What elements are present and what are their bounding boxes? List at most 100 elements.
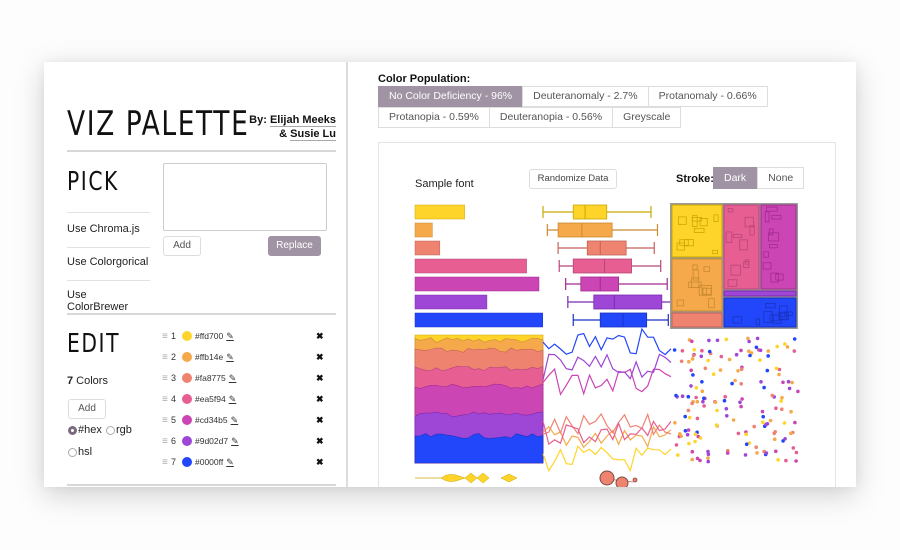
color-swatch[interactable] (182, 373, 192, 383)
edit-pencil-icon[interactable]: ✎ (229, 373, 237, 384)
edit-pencil-icon[interactable]: ✎ (226, 331, 234, 342)
edit-add-button[interactable]: Add (68, 399, 106, 419)
scatter-point (691, 353, 696, 358)
edit-pencil-icon[interactable]: ✎ (229, 394, 237, 405)
color-hex: #9d02d7 (195, 436, 229, 446)
edit-pencil-icon[interactable]: ✎ (231, 436, 239, 447)
left-panel: VIZ PALETTE By: Elijah Meeks & Susie Lu … (44, 62, 348, 487)
scatter-point (702, 404, 706, 408)
remove-color-icon[interactable]: ✖ (316, 352, 324, 363)
color-count: 7 Colors (67, 375, 108, 387)
scatter-point (764, 422, 768, 427)
edit-pencil-icon[interactable]: ✎ (226, 352, 234, 363)
color-index: 7 (171, 457, 177, 467)
tab-deuteranomaly[interactable]: Deuteranomaly - 2.7% (522, 86, 649, 107)
color-swatch[interactable] (182, 436, 192, 446)
remove-color-icon[interactable]: ✖ (316, 415, 324, 426)
scatter-point (694, 386, 699, 390)
color-row[interactable]: ≡ 7 #0000ff ✎ ✖ (162, 455, 342, 469)
tab-deuteranopia[interactable]: Deuteranopia - 0.56% (488, 107, 614, 128)
remove-color-icon[interactable]: ✖ (316, 457, 324, 468)
remove-color-icon[interactable]: ✖ (316, 331, 324, 342)
scatter-point (747, 349, 751, 353)
drag-handle-icon[interactable]: ≡ (162, 415, 170, 426)
population-tabs-row1: No Color Deficiency - 96% Deuteranomaly … (378, 86, 768, 107)
scatter-point (738, 400, 742, 405)
scatter-point (746, 336, 750, 341)
color-swatch[interactable] (182, 331, 192, 341)
remove-color-icon[interactable]: ✖ (316, 436, 324, 447)
use-colorgorical-link[interactable]: Use Colorgorical (67, 256, 150, 268)
scatter-point (724, 337, 729, 342)
color-index: 1 (171, 331, 177, 341)
color-row[interactable]: ≡ 1 #ffd700 ✎ ✖ (162, 329, 342, 343)
format-rgb-radio[interactable]: rgb (106, 424, 132, 436)
replace-button[interactable]: Replace (268, 236, 321, 256)
scatter-point (789, 409, 793, 414)
tab-greyscale[interactable]: Greyscale (612, 107, 682, 128)
scatter-point (780, 395, 784, 400)
scatter-point (687, 415, 692, 420)
byline: By: Elijah Meeks & Susie Lu (244, 113, 336, 141)
scatter-point (687, 359, 691, 364)
radio-label: rgb (116, 424, 132, 436)
scatter-point (695, 416, 700, 421)
color-row[interactable]: ≡ 5 #cd34b5 ✎ ✖ (162, 413, 342, 427)
color-row[interactable]: ≡ 3 #fa8775 ✎ ✖ (162, 371, 342, 385)
population-tabs-row2: Protanopia - 0.59% Deuteranopia - 0.56% … (378, 107, 682, 128)
author-link-elijah[interactable]: Elijah Meeks (269, 114, 336, 127)
color-swatch[interactable] (182, 457, 192, 467)
format-hsl-radio[interactable]: hsl (68, 446, 92, 458)
line-series-5 (542, 367, 672, 396)
scatter-point (683, 429, 688, 433)
use-chromajs-link[interactable]: Use Chroma.js (67, 223, 150, 235)
scatter-point (777, 372, 781, 377)
scatter-point (686, 428, 691, 432)
color-row[interactable]: ≡ 4 #ea5f94 ✎ ✖ (162, 392, 342, 406)
color-population-label: Color Population: (378, 73, 471, 85)
color-swatch[interactable] (182, 352, 192, 362)
remove-color-icon[interactable]: ✖ (316, 394, 324, 405)
scatter-point (715, 338, 720, 343)
tab-no-color-deficiency[interactable]: No Color Deficiency - 96% (378, 86, 524, 107)
drag-handle-icon[interactable]: ≡ (162, 394, 170, 405)
tab-protanopia[interactable]: Protanopia - 0.59% (378, 107, 490, 128)
remove-color-icon[interactable]: ✖ (316, 373, 324, 384)
scatter-point (755, 336, 760, 341)
format-hex-radio[interactable]: #hex (68, 424, 102, 436)
edit-heading: EDIT (67, 329, 121, 359)
drag-handle-icon[interactable]: ≡ (162, 436, 170, 447)
scatter-point (733, 378, 737, 383)
scatter-point (783, 437, 787, 441)
bar-7 (414, 312, 543, 328)
edit-pencil-icon[interactable]: ✎ (226, 457, 234, 468)
use-colorbrewer-link[interactable]: Use ColorBrewer (67, 289, 150, 313)
scatter-point (752, 424, 756, 429)
pick-add-button[interactable]: Add (163, 236, 201, 256)
scatter-point (764, 451, 769, 455)
color-swatch[interactable] (182, 394, 192, 404)
drag-handle-icon[interactable]: ≡ (162, 457, 170, 468)
color-row[interactable]: ≡ 6 #9d02d7 ✎ ✖ (162, 434, 342, 448)
scatter-point (719, 354, 724, 359)
tab-protanomaly[interactable]: Protanomaly - 0.66% (647, 86, 768, 107)
color-index: 6 (171, 436, 177, 446)
scatter-point (714, 423, 719, 427)
drag-handle-icon[interactable]: ≡ (162, 331, 170, 342)
drag-handle-icon[interactable]: ≡ (162, 352, 170, 363)
scatter-point (694, 395, 698, 400)
scatter-point (698, 458, 702, 463)
author-link-susie[interactable]: Susie Lu (290, 128, 336, 141)
drag-handle-icon[interactable]: ≡ (162, 373, 170, 384)
preview-panel: Sample font Randomize Data Stroke: Dark … (378, 142, 836, 487)
palette-input[interactable] (163, 163, 327, 231)
scatter-point (725, 414, 729, 418)
divider (67, 313, 336, 315)
scatter-point (679, 359, 684, 364)
scatter-point (770, 393, 775, 398)
scatter-point (706, 459, 710, 464)
scatter-point (772, 437, 777, 442)
color-row[interactable]: ≡ 2 #ffb14e ✎ ✖ (162, 350, 342, 364)
color-swatch[interactable] (182, 415, 192, 425)
edit-pencil-icon[interactable]: ✎ (231, 415, 239, 426)
